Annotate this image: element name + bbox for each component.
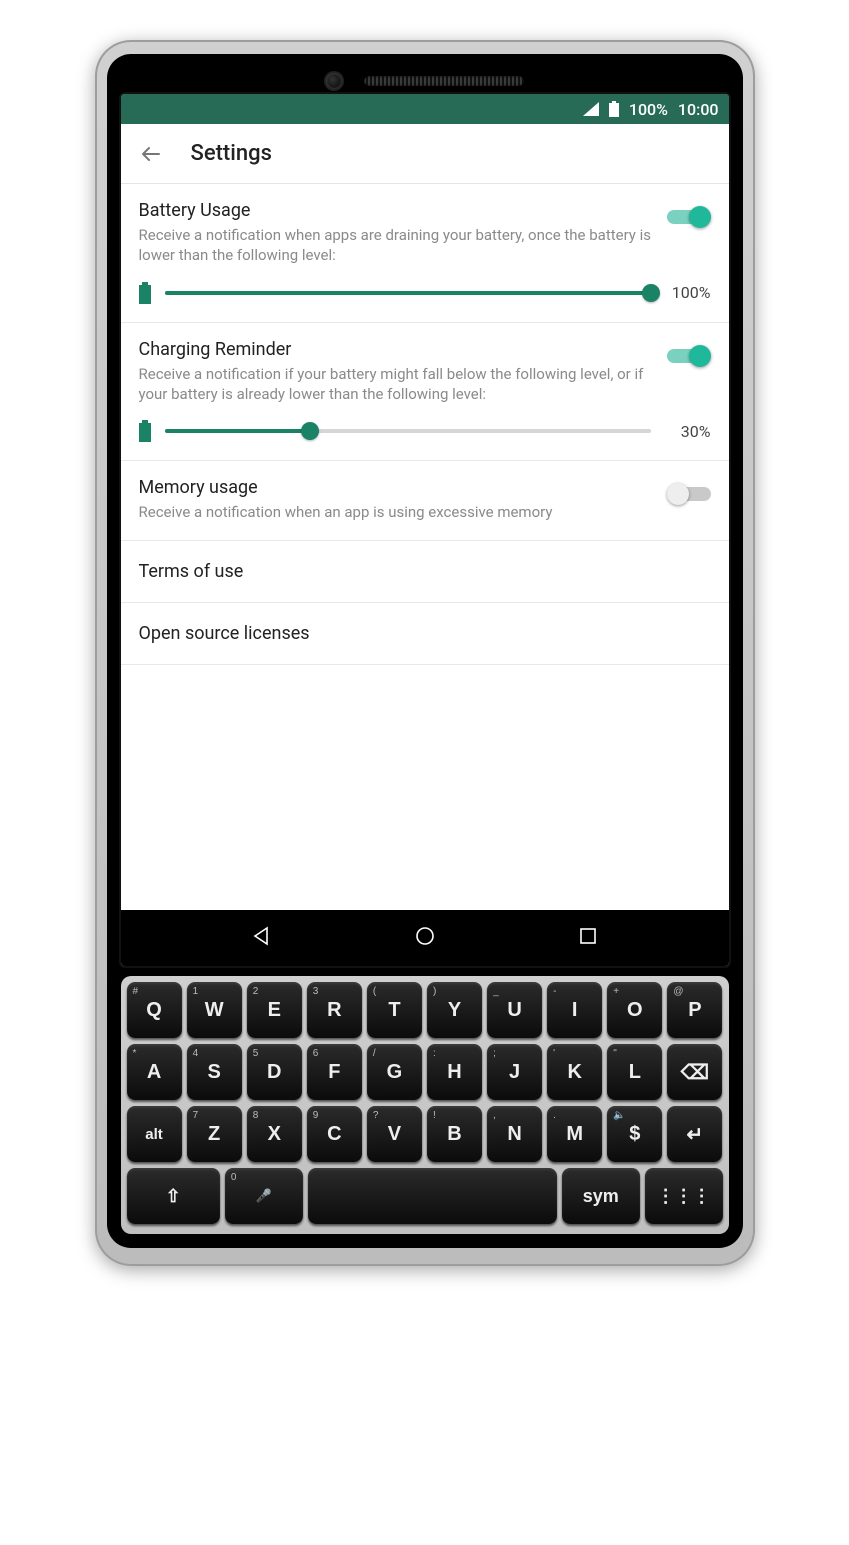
earpiece-area xyxy=(107,68,743,94)
item-terms-of-use[interactable]: Terms of use xyxy=(121,541,729,603)
key-d[interactable]: 5D xyxy=(247,1044,302,1100)
key-i[interactable]: -I xyxy=(547,982,602,1038)
charging-reminder-slider-value: 30% xyxy=(665,422,711,441)
key-m[interactable]: .M xyxy=(547,1106,602,1162)
key-u[interactable]: _U xyxy=(487,982,542,1038)
item-memory-usage: Memory usage Receive a notification when… xyxy=(121,461,729,541)
battery-small-icon xyxy=(139,282,151,304)
key-a[interactable]: *A xyxy=(127,1044,182,1100)
key-v[interactable]: ?V xyxy=(367,1106,422,1162)
key-k[interactable]: 'K xyxy=(547,1044,602,1100)
key-x[interactable]: 8X xyxy=(247,1106,302,1162)
screen: 100% 10:00 Settings Battery Us xyxy=(121,94,729,966)
nav-recent-button[interactable] xyxy=(578,926,598,950)
nav-home-button[interactable] xyxy=(414,925,436,951)
key-l[interactable]: "L xyxy=(607,1044,662,1100)
key-↵[interactable]: ↵ xyxy=(667,1106,722,1162)
key-alt[interactable]: alt xyxy=(127,1106,182,1162)
key-sym[interactable]: sym xyxy=(562,1168,640,1224)
key-z[interactable]: 7Z xyxy=(187,1106,242,1162)
key-⌫[interactable]: ⌫ xyxy=(667,1044,722,1100)
key-s[interactable]: 4S xyxy=(187,1044,242,1100)
key-h[interactable]: :H xyxy=(427,1044,482,1100)
key-p[interactable]: @P xyxy=(667,982,722,1038)
key-c[interactable]: 9C xyxy=(307,1106,362,1162)
keyboard-row-3: alt7Z8X9C?V!B,N.M🔈$↵ xyxy=(127,1106,723,1162)
battery-percent: 100% xyxy=(629,100,668,119)
item-open-source-licenses[interactable]: Open source licenses xyxy=(121,603,729,665)
keyboard-row-1: #Q1W2E3R(T)Y_U-I+O@P xyxy=(127,982,723,1038)
mic-icon: 🎤 xyxy=(256,1188,272,1204)
key-n[interactable]: ,N xyxy=(487,1106,542,1162)
app-bar: Settings xyxy=(121,124,729,184)
battery-small-icon xyxy=(139,420,151,442)
key-zero[interactable]: 0 🎤 xyxy=(225,1168,303,1224)
key-b[interactable]: !B xyxy=(427,1106,482,1162)
memory-usage-toggle[interactable] xyxy=(667,483,711,505)
device-bezel: 100% 10:00 Settings Battery Us xyxy=(107,54,743,1248)
back-button[interactable] xyxy=(137,140,165,168)
signal-icon xyxy=(583,102,599,116)
circle-home-icon xyxy=(414,925,436,947)
key-w[interactable]: 1W xyxy=(187,982,242,1038)
battery-usage-slider-value: 100% xyxy=(665,283,711,302)
memory-usage-desc: Receive a notification when an app is us… xyxy=(139,502,657,522)
item-charging-reminder: Charging Reminder Receive a notification… xyxy=(121,323,729,462)
page-title: Settings xyxy=(191,141,272,166)
charging-reminder-slider-row: 30% xyxy=(139,420,711,442)
charging-reminder-toggle[interactable] xyxy=(667,345,711,367)
key-j[interactable]: ;J xyxy=(487,1044,542,1100)
clock: 10:00 xyxy=(678,100,719,119)
key-space[interactable] xyxy=(308,1168,557,1224)
status-bar: 100% 10:00 xyxy=(121,94,729,124)
licenses-title: Open source licenses xyxy=(139,623,711,644)
key-r[interactable]: 3R xyxy=(307,982,362,1038)
key-t[interactable]: (T xyxy=(367,982,422,1038)
battery-usage-desc: Receive a notification when apps are dra… xyxy=(139,225,657,266)
charging-reminder-desc: Receive a notification if your battery m… xyxy=(139,364,657,405)
key-grid[interactable]: ⋮⋮⋮ xyxy=(645,1168,723,1224)
battery-usage-slider-row: 100% xyxy=(139,282,711,304)
earpiece-speaker xyxy=(364,76,524,86)
key-e[interactable]: 2E xyxy=(247,982,302,1038)
nav-back-button[interactable] xyxy=(251,925,273,951)
square-recent-icon xyxy=(578,926,598,946)
charging-reminder-slider[interactable] xyxy=(165,420,651,442)
key-q[interactable]: #Q xyxy=(127,982,182,1038)
item-battery-usage: Battery Usage Receive a notification whe… xyxy=(121,184,729,323)
memory-usage-title: Memory usage xyxy=(139,477,657,498)
key-g[interactable]: /G xyxy=(367,1044,422,1100)
key-y[interactable]: )Y xyxy=(427,982,482,1038)
terms-title: Terms of use xyxy=(139,561,711,582)
physical-keyboard: #Q1W2E3R(T)Y_U-I+O@P *A4S5D6F/G:H;J'K"L⌫… xyxy=(121,976,729,1234)
key-$[interactable]: 🔈$ xyxy=(607,1106,662,1162)
key-o[interactable]: +O xyxy=(607,982,662,1038)
battery-usage-toggle[interactable] xyxy=(667,206,711,228)
settings-list[interactable]: Battery Usage Receive a notification whe… xyxy=(121,184,729,910)
keyboard-row-2: *A4S5D6F/G:H;J'K"L⌫ xyxy=(127,1044,723,1100)
arrow-left-icon xyxy=(139,142,163,166)
charging-reminder-title: Charging Reminder xyxy=(139,339,657,360)
android-nav-bar xyxy=(121,910,729,966)
keyboard-row-bottom: ⇧ 0 🎤 sym ⋮⋮⋮ xyxy=(127,1168,723,1224)
triangle-back-icon xyxy=(251,925,273,947)
front-camera xyxy=(326,73,342,89)
key-shift[interactable]: ⇧ xyxy=(127,1168,220,1224)
battery-usage-title: Battery Usage xyxy=(139,200,657,221)
key-f[interactable]: 6F xyxy=(307,1044,362,1100)
battery-icon xyxy=(609,101,619,117)
device-frame: 100% 10:00 Settings Battery Us xyxy=(95,40,755,1266)
battery-usage-slider[interactable] xyxy=(165,282,651,304)
